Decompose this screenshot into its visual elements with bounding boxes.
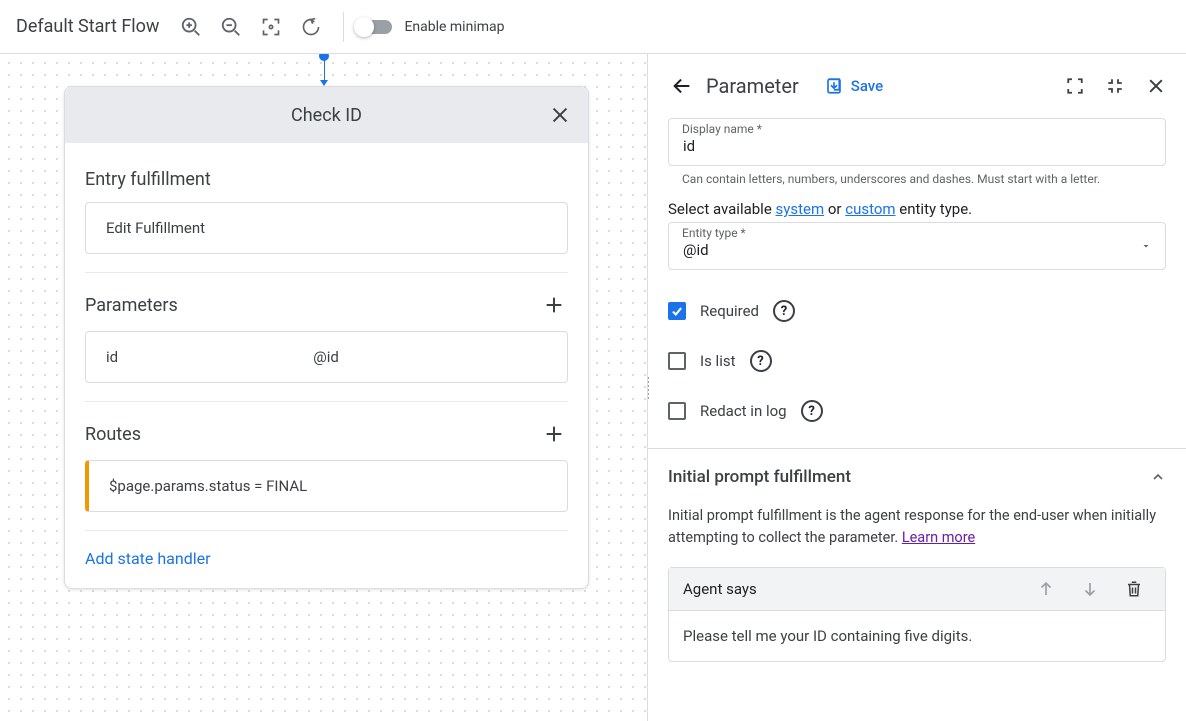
add-parameter-icon[interactable] [540,291,568,319]
toolbar-divider [343,12,344,42]
required-label: Required [700,302,759,320]
node-title: Check ID [291,105,362,126]
help-icon[interactable]: ? [773,300,795,322]
fullscreen-icon[interactable] [1066,77,1084,95]
panel-resize-handle[interactable] [647,368,649,408]
display-name-label: Display name * [682,122,762,136]
routes-heading: Routes [85,424,141,445]
required-checkbox[interactable] [668,302,686,320]
entity-type-label: Entity type * [682,226,746,240]
zoom-in-icon[interactable] [171,7,211,47]
islist-label: Is list [700,352,736,370]
refresh-icon[interactable] [291,7,331,47]
route-condition: $page.params.status = FINAL [109,477,307,495]
minimap-toggle[interactable] [356,20,392,34]
zoom-out-icon[interactable] [211,7,251,47]
fit-view-icon[interactable] [251,7,291,47]
add-route-icon[interactable] [540,420,568,448]
agent-says-input[interactable]: Please tell me your ID containing five d… [669,610,1165,661]
chevron-up-icon [1150,469,1166,485]
minimap-label: Enable minimap [404,19,504,35]
entity-type-description: Select available system or custom entity… [668,200,1166,218]
chevron-down-icon [1140,240,1152,252]
add-state-handler-button[interactable]: Add state handler [85,549,568,568]
save-button[interactable]: Save [825,77,883,95]
move-up-icon[interactable] [1029,580,1063,598]
flow-canvas[interactable]: Check ID Entry fulfillment Edit Fulfillm… [0,54,647,721]
close-icon[interactable] [542,97,578,133]
initial-prompt-description: Initial prompt fulfillment is the agent … [648,505,1186,549]
parameter-type: @id [313,348,547,366]
parameter-name: id [106,348,313,366]
back-icon[interactable] [668,72,696,100]
move-down-icon[interactable] [1073,580,1107,598]
parameters-heading: Parameters [85,295,178,316]
redact-label: Redact in log [700,402,787,420]
custom-entity-link[interactable]: custom [845,200,895,218]
close-panel-icon[interactable] [1146,76,1166,96]
parameter-row[interactable]: id @id [85,331,568,383]
help-icon[interactable]: ? [750,350,772,372]
help-icon[interactable]: ? [801,400,823,422]
display-name-hint: Can contain letters, numbers, underscore… [682,172,1166,186]
delete-icon[interactable] [1117,580,1151,598]
system-entity-link[interactable]: system [776,200,825,218]
learn-more-link[interactable]: Learn more [902,529,975,546]
route-row[interactable]: $page.params.status = FINAL [85,460,568,512]
entry-fulfillment-heading: Entry fulfillment [85,169,211,190]
redact-checkbox[interactable] [668,402,686,420]
flow-title: Default Start Flow [16,16,171,37]
page-node-card: Check ID Entry fulfillment Edit Fulfillm… [64,86,589,589]
islist-checkbox[interactable] [668,352,686,370]
edit-fulfillment-button[interactable]: Edit Fulfillment [85,202,568,254]
initial-prompt-accordion-header[interactable]: Initial prompt fulfillment [648,449,1186,505]
panel-title: Parameter [706,74,799,98]
agent-says-label: Agent says [683,580,1019,598]
collapse-icon[interactable] [1106,77,1124,95]
